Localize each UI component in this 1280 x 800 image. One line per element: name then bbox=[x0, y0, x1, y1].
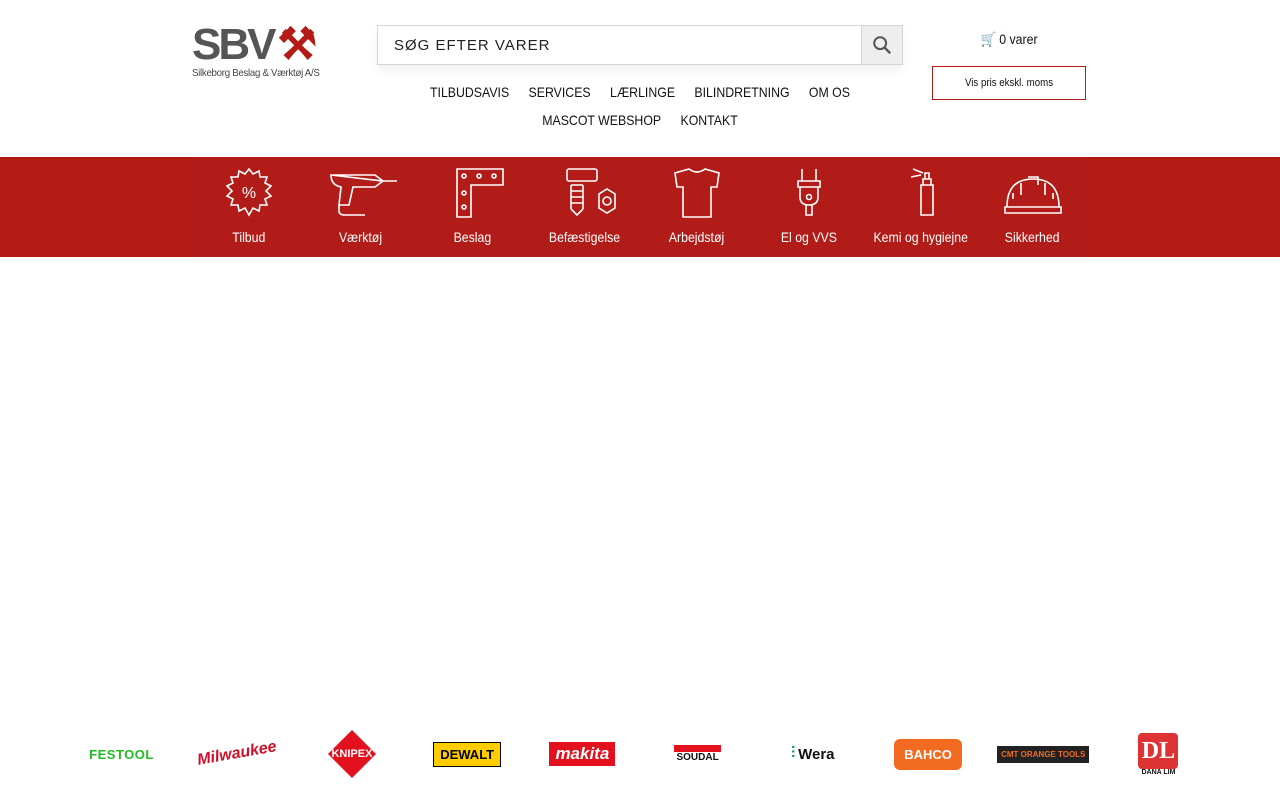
cart-link[interactable]: 🛒 0 varer bbox=[941, 31, 1077, 48]
hardhat-icon bbox=[1003, 176, 1062, 214]
category-label: Beslag bbox=[453, 229, 492, 245]
category-vaerktoj[interactable]: Værktøj bbox=[304, 157, 416, 257]
cart-icon: 🛒 bbox=[980, 31, 996, 47]
bracket-icon bbox=[455, 168, 504, 218]
category-befaestigelse[interactable]: Befæstigelse bbox=[528, 157, 640, 257]
search-icon bbox=[873, 36, 892, 55]
brand-milwaukee[interactable]: Milwaukee bbox=[179, 738, 294, 769]
category-arbejdstoj[interactable]: Arbejdstøj bbox=[640, 157, 752, 257]
screw-nut-icon bbox=[565, 168, 616, 217]
brand-soudal[interactable]: SOUDAL bbox=[640, 745, 755, 763]
spray-icon bbox=[910, 168, 934, 216]
brand-makita[interactable]: makita bbox=[525, 742, 640, 766]
logo[interactable]: SBV ⚒ Silkeborg Beslag & Værktøj A/S bbox=[192, 20, 352, 80]
search-bar bbox=[377, 25, 903, 65]
nav-services[interactable]: SERVICES bbox=[529, 84, 591, 100]
logo-subtitle: Silkeborg Beslag & Værktøj A/S bbox=[192, 67, 320, 79]
nav-laerlinge[interactable]: LÆRLINGE bbox=[610, 84, 675, 100]
category-label: Befæstigelse bbox=[548, 229, 621, 245]
category-beslag[interactable]: Beslag bbox=[416, 157, 528, 257]
brand-festool[interactable]: FESTOOL bbox=[64, 747, 179, 762]
cart-count: 0 varer bbox=[999, 31, 1038, 47]
category-kemi-og-hygiejne[interactable]: Kemi og hygiejne bbox=[864, 157, 976, 257]
vat-toggle-label: Vis pris ekskl. moms bbox=[964, 77, 1054, 89]
category-sikkerhed[interactable]: Sikkerhed bbox=[976, 157, 1088, 257]
nav-bilindretning[interactable]: BILINDRETNING bbox=[694, 84, 789, 100]
tshirt-icon bbox=[673, 168, 720, 218]
nav-om-os[interactable]: OM OS bbox=[809, 84, 850, 100]
search-input[interactable] bbox=[378, 26, 861, 64]
search-button[interactable] bbox=[861, 26, 902, 64]
category-el-og-vvs[interactable]: El og VVS bbox=[752, 157, 864, 257]
category-label: El og VVS bbox=[780, 229, 837, 245]
discount-badge-icon: % bbox=[225, 167, 272, 217]
brand-wera[interactable]: ⫶ Wera bbox=[755, 745, 870, 763]
svg-text:%: % bbox=[241, 185, 255, 202]
category-label: Værktøj bbox=[338, 229, 383, 245]
category-tilbud[interactable]: % Tilbud bbox=[192, 157, 304, 257]
category-label: Sikkerhed bbox=[1005, 229, 1060, 245]
category-bar: % Tilbud Værktøj Beslag Befæstigelse Arbe… bbox=[0, 157, 1280, 257]
brand-bahco[interactable]: BAHCO bbox=[871, 738, 986, 770]
plug-icon bbox=[796, 169, 821, 216]
category-label: Tilbud bbox=[231, 229, 266, 245]
nav-kontakt[interactable]: KONTAKT bbox=[680, 112, 737, 128]
drill-icon bbox=[329, 174, 397, 216]
category-label: Kemi og hygiejne bbox=[873, 229, 968, 245]
brand-cmt[interactable]: CMT ORANGE TOOLS bbox=[986, 745, 1101, 763]
logo-text: SBV bbox=[192, 20, 277, 69]
brand-dewalt[interactable]: DEWALT bbox=[410, 741, 525, 767]
category-label: Arbejdstøj bbox=[668, 229, 725, 245]
nav-mascot-webshop[interactable]: MASCOT WEBSHOP bbox=[542, 112, 661, 128]
brand-dana-lim[interactable]: DL DANA LIM bbox=[1101, 732, 1216, 776]
main-nav-row1: TILBUDSAVIS SERVICES LÆRLINGE BILINDRETN… bbox=[409, 84, 872, 100]
main-nav-row2: MASCOT WEBSHOP KONTAKT bbox=[409, 112, 872, 128]
vat-toggle-button[interactable]: Vis pris ekskl. moms bbox=[932, 66, 1086, 100]
brand-knipex[interactable]: KNIPEX bbox=[294, 728, 409, 780]
brand-logos: FESTOOL Milwaukee KNIPEX DEWALT makita S… bbox=[64, 728, 1216, 780]
nav-tilbudsavis[interactable]: TILBUDSAVIS bbox=[430, 84, 509, 100]
